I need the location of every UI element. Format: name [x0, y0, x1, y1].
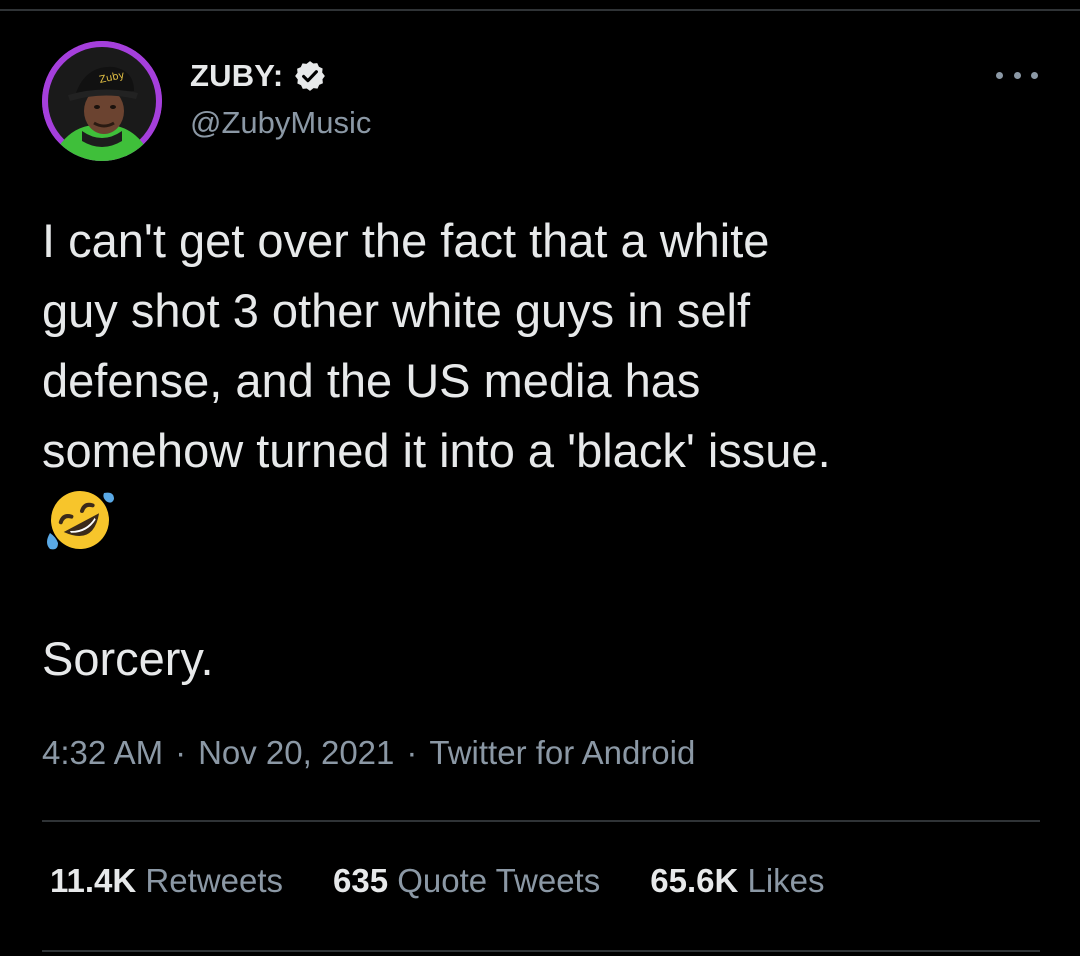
rolling-on-the-floor-laughing-emoji	[44, 487, 116, 553]
quote-tweets-label: Quote Tweets	[397, 862, 601, 899]
more-dot	[1013, 71, 1021, 79]
meta-divider	[42, 820, 1040, 822]
more-dot	[1031, 71, 1038, 79]
likes-label: Likes	[747, 862, 825, 899]
tweet-meta: 4:32 AM · Nov 20, 2021 · Twitter for Android	[42, 734, 695, 772]
author-handle[interactable]: @ZubyMusic	[190, 105, 371, 141]
retweets-stat[interactable]: 11.4K Retweets	[50, 862, 283, 900]
display-name[interactable]: ZUBY:	[190, 58, 283, 94]
tweet-time[interactable]: 4:32 AM	[42, 734, 163, 771]
quote-tweets-stat[interactable]: 635 Quote Tweets	[333, 862, 600, 900]
tweet-source[interactable]: Twitter for Android	[429, 734, 695, 771]
retweets-count: 11.4K	[50, 862, 137, 899]
stats-divider	[42, 950, 1040, 952]
author-name-row[interactable]: ZUBY:	[190, 56, 327, 96]
tweet-stats: 11.4K Retweets 635 Quote Tweets 65.6K Li…	[50, 862, 875, 900]
more-dot	[996, 71, 1003, 79]
quote-tweets-count: 635	[332, 862, 389, 899]
retweets-label: Retweets	[145, 862, 283, 899]
avatar[interactable]: Zuby	[42, 41, 162, 161]
likes-stat[interactable]: 65.6K Likes	[650, 862, 824, 900]
likes-count: 65.6K	[650, 862, 739, 899]
meta-separator: ·	[406, 734, 418, 771]
top-divider	[0, 9, 1080, 11]
verified-badge-icon	[293, 59, 327, 93]
meta-separator: ·	[175, 734, 187, 771]
more-options-icon[interactable]	[996, 62, 1038, 88]
profile-photo: Zuby	[42, 41, 162, 161]
tweet-text: I can't get over the fact that a white g…	[42, 214, 831, 477]
tweet-date[interactable]: Nov 20, 2021	[198, 734, 394, 771]
tweet-text-second-paragraph: Sorcery.	[42, 632, 214, 685]
